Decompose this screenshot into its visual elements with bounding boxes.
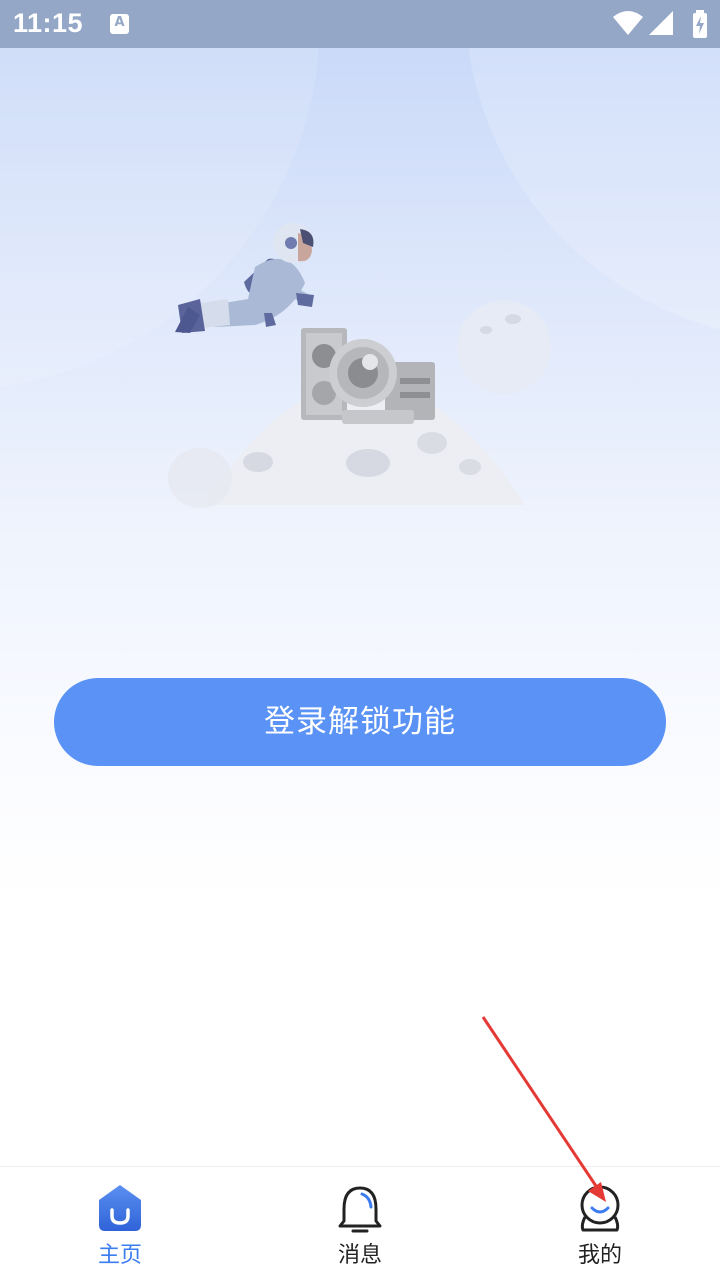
tab-home-label: 主页 <box>97 1243 142 1268</box>
tab-home[interactable]: 主页 <box>0 1167 240 1280</box>
wifi-icon <box>613 11 643 35</box>
status-bar: 11:15 A <box>0 0 720 48</box>
battery-charging-icon <box>693 10 707 38</box>
signal-icon <box>649 11 673 35</box>
bottom-tab-bar: 主页 消息 我的 <box>0 1166 720 1280</box>
tab-profile-label: 我的 <box>577 1243 622 1268</box>
home-icon <box>99 1185 141 1231</box>
bell-icon <box>338 1186 382 1233</box>
tab-messages-label: 消息 <box>337 1243 382 1268</box>
app-screen: 11:15 A 登录解锁功能 主页 消息 我的 <box>0 0 720 1280</box>
tab-profile[interactable]: 我的 <box>480 1167 720 1280</box>
user-icon <box>580 1185 620 1232</box>
status-time: 11:15 <box>13 8 84 38</box>
tab-messages[interactable]: 消息 <box>240 1167 480 1280</box>
astronaut-moon-camera-illustration <box>168 223 551 508</box>
login-unlock-button[interactable]: 登录解锁功能 <box>54 678 666 766</box>
a-text-icon: A <box>110 14 129 34</box>
